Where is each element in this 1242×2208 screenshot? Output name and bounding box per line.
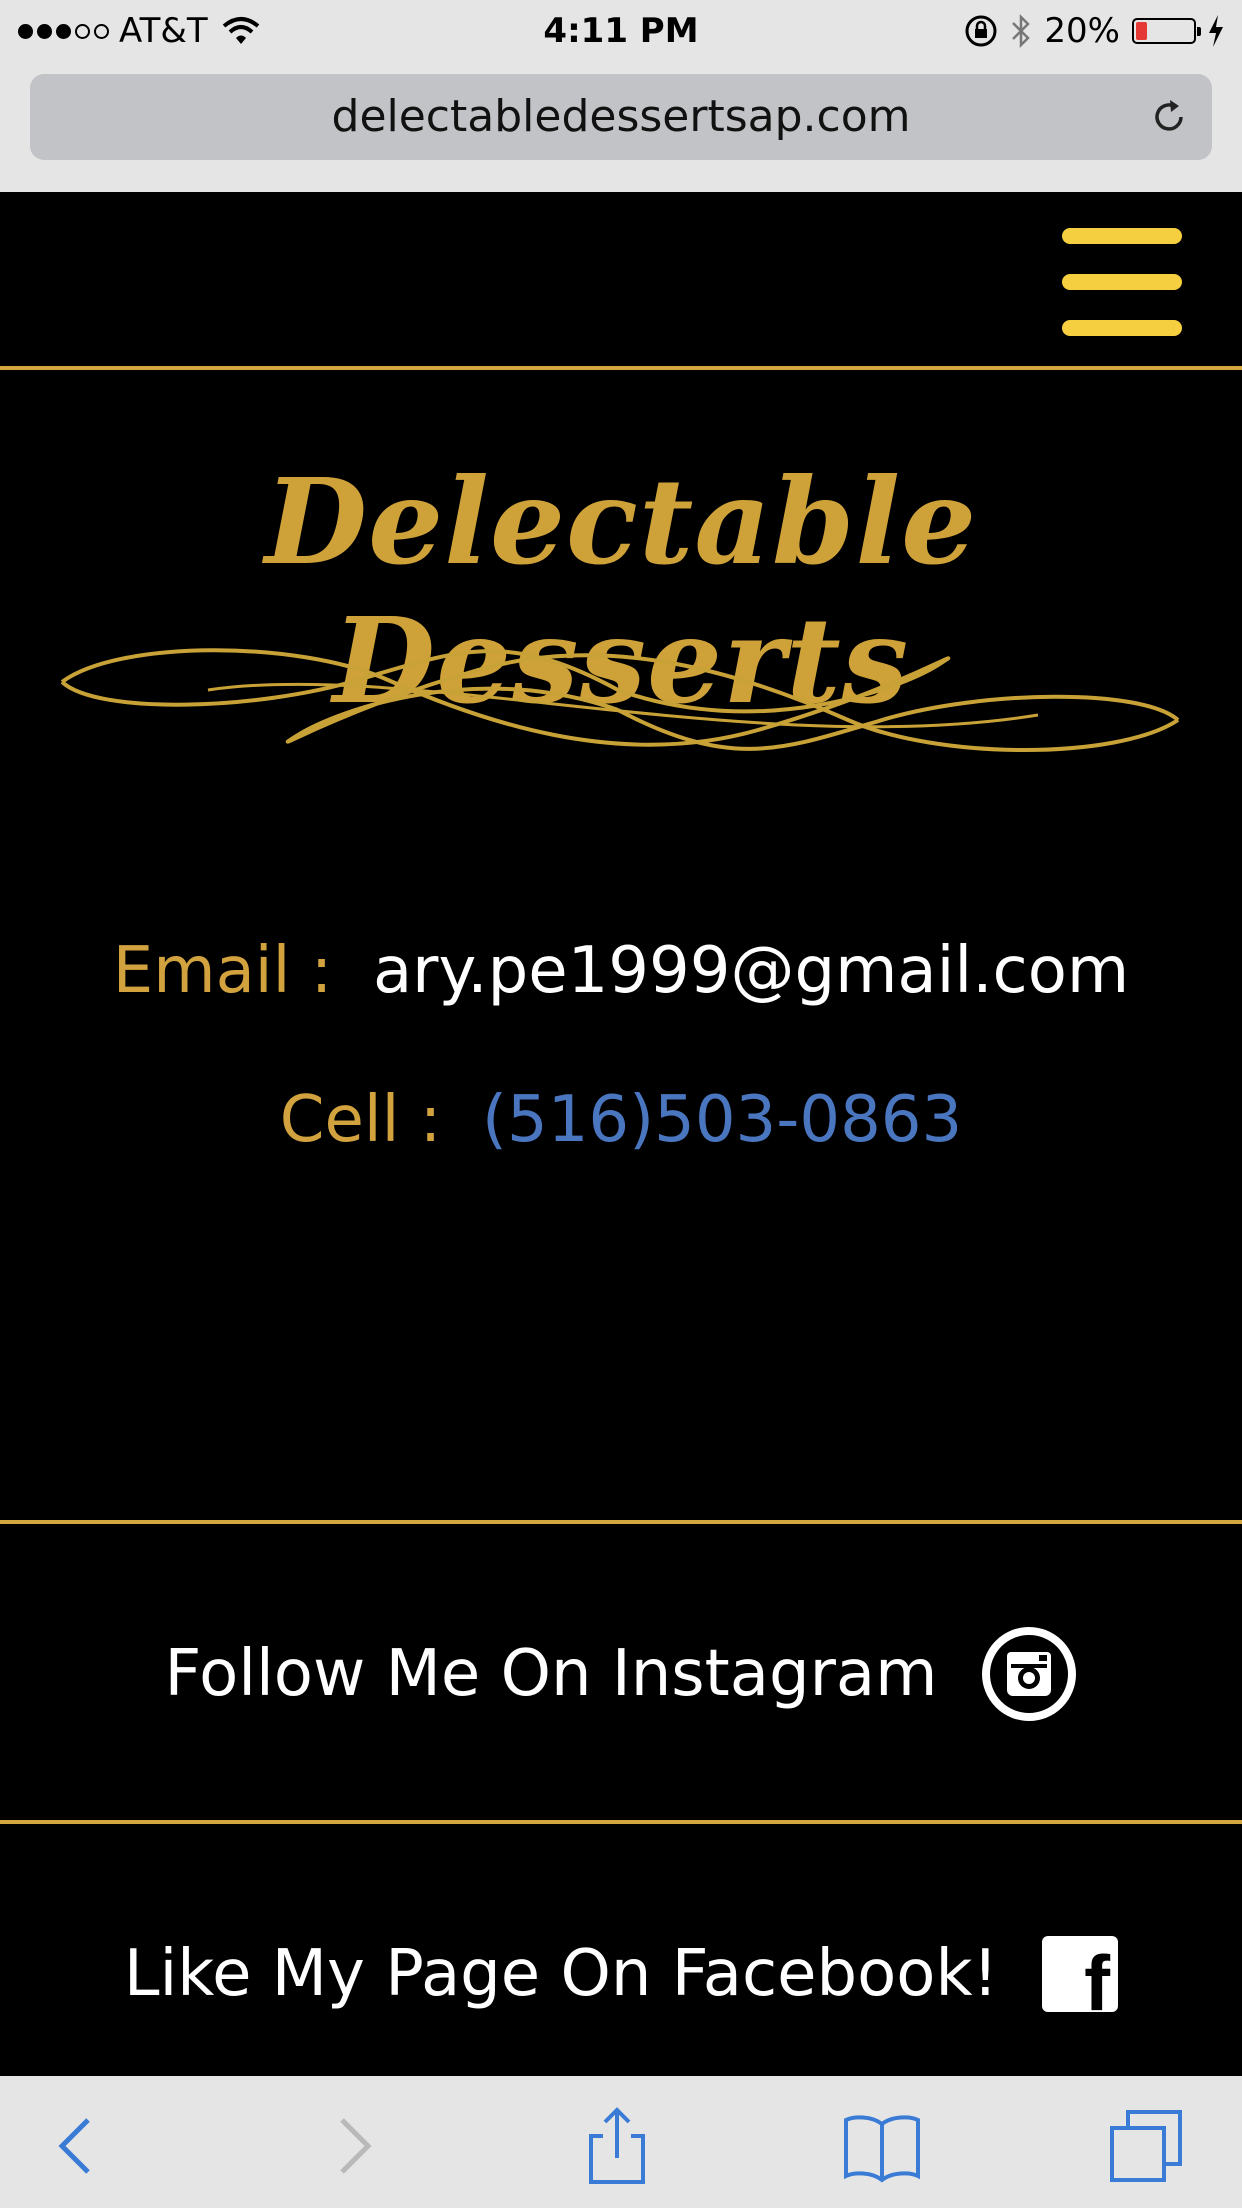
cell-label: Cell :	[279, 1083, 442, 1157]
browser-url-area: delectabledessertsap.com	[0, 62, 1242, 192]
cell-row: Cell : (516)503-0863	[0, 1083, 1242, 1157]
flourish-ornament	[60, 648, 1180, 752]
reload-icon[interactable]	[1148, 96, 1190, 138]
bluetooth-icon	[1012, 13, 1031, 49]
browser-toolbar	[0, 2076, 1242, 2208]
battery-percent: 20%	[1044, 11, 1120, 51]
tabs-icon[interactable]	[1106, 2106, 1186, 2186]
forward-icon[interactable]	[312, 2106, 392, 2186]
instagram-row[interactable]: Follow Me On Instagram	[0, 1624, 1242, 1724]
cell-phone-link[interactable]: (516)503-0863	[482, 1083, 962, 1157]
back-icon[interactable]	[38, 2106, 118, 2186]
section-divider-1	[0, 1520, 1242, 1524]
instagram-link-text[interactable]: Follow Me On Instagram	[165, 1637, 938, 1711]
site-header	[0, 192, 1242, 366]
share-icon[interactable]	[577, 2106, 657, 2186]
facebook-row[interactable]: Like My Page On Facebook! f	[0, 1924, 1242, 2024]
bookmarks-icon[interactable]	[842, 2106, 922, 2186]
status-right: 20%	[964, 8, 1224, 54]
status-bar: AT&T 4:11 PM 20%	[0, 0, 1242, 62]
section-divider-2	[0, 1820, 1242, 1824]
orientation-lock-icon	[965, 15, 997, 47]
battery-icon	[1132, 18, 1201, 44]
header-divider	[0, 366, 1242, 370]
instagram-icon[interactable]	[981, 1626, 1077, 1722]
hamburger-menu-icon[interactable]	[1062, 228, 1182, 338]
charging-bolt-icon	[1209, 15, 1223, 47]
email-value[interactable]: ary.pe1999@gmail.com	[373, 934, 1129, 1008]
facebook-link-text[interactable]: Like My Page On Facebook!	[124, 1937, 998, 2011]
email-label: Email :	[112, 934, 333, 1008]
url-text[interactable]: delectabledessertsap.com	[30, 74, 1212, 160]
email-row: Email : ary.pe1999@gmail.com	[0, 934, 1242, 1008]
facebook-icon[interactable]: f	[1042, 1936, 1119, 2012]
address-bar[interactable]: delectabledessertsap.com	[30, 74, 1212, 160]
